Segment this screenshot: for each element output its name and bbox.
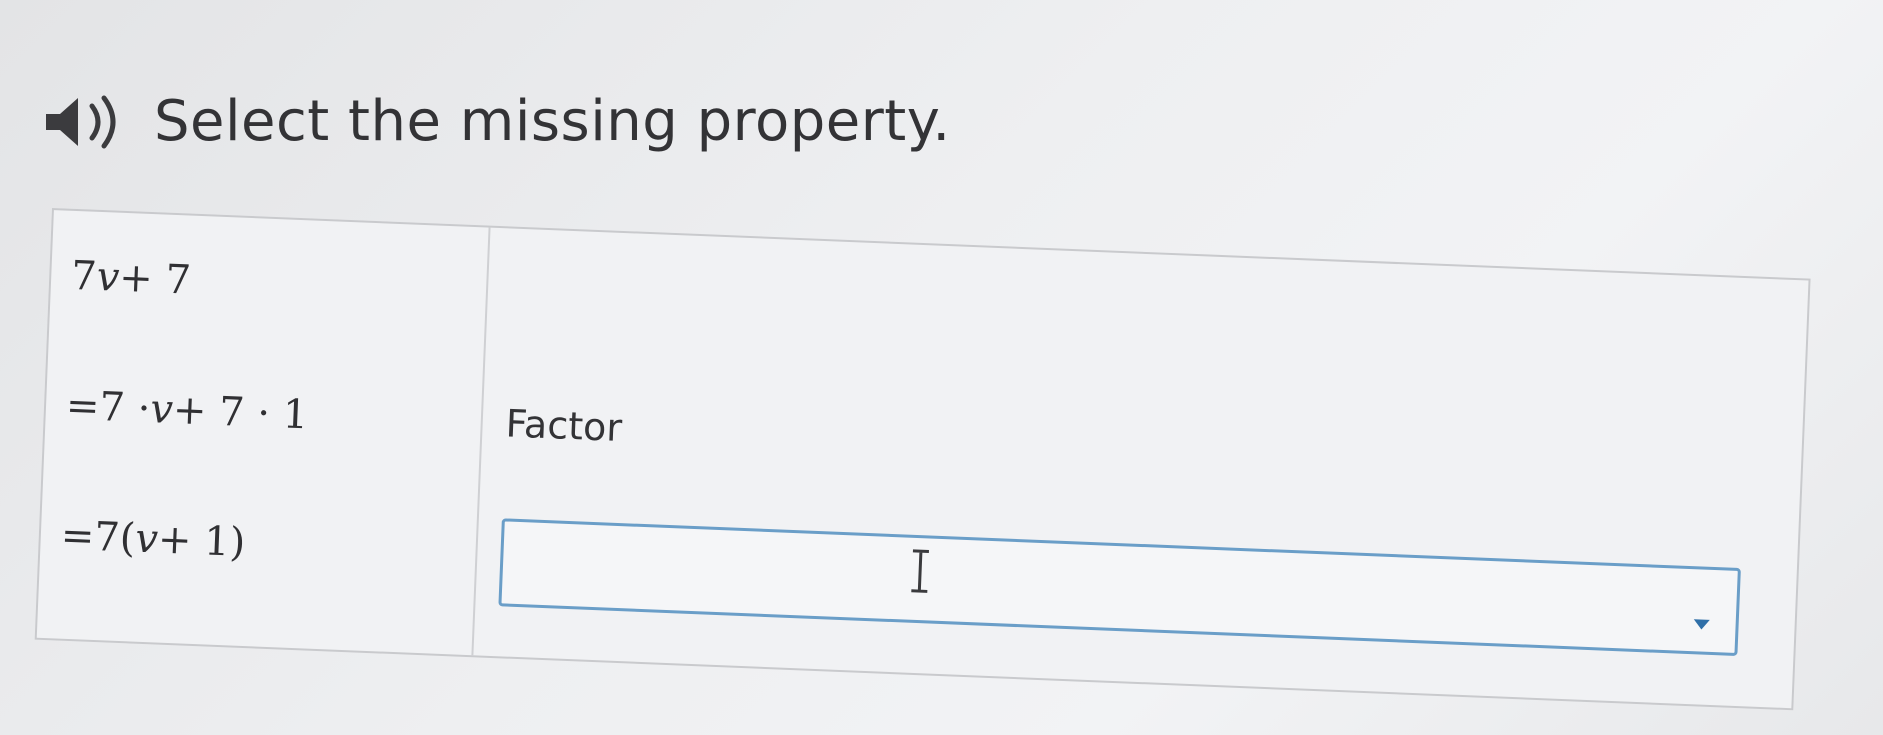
question-prompt: Select the missing property. [42, 92, 951, 152]
expression-cell: = 7 · v + 7 · 1 [65, 382, 310, 439]
speaker-icon[interactable] [42, 92, 132, 152]
text-cursor-icon [911, 549, 929, 593]
reason-cell [508, 229, 513, 359]
reason-cell: Factor [504, 401, 623, 451]
expression-cell: = 7(v + 1) [59, 512, 247, 567]
expression-cell: 7v + 7 [70, 252, 192, 304]
property-dropdown[interactable] [498, 518, 1741, 656]
proof-table: 7v + 7 = 7 · v + 7 · 1 Factor = 7(v + 1) [34, 208, 1811, 711]
chevron-down-icon[interactable] [1693, 619, 1710, 630]
question-text: Select the missing property. [154, 89, 951, 154]
